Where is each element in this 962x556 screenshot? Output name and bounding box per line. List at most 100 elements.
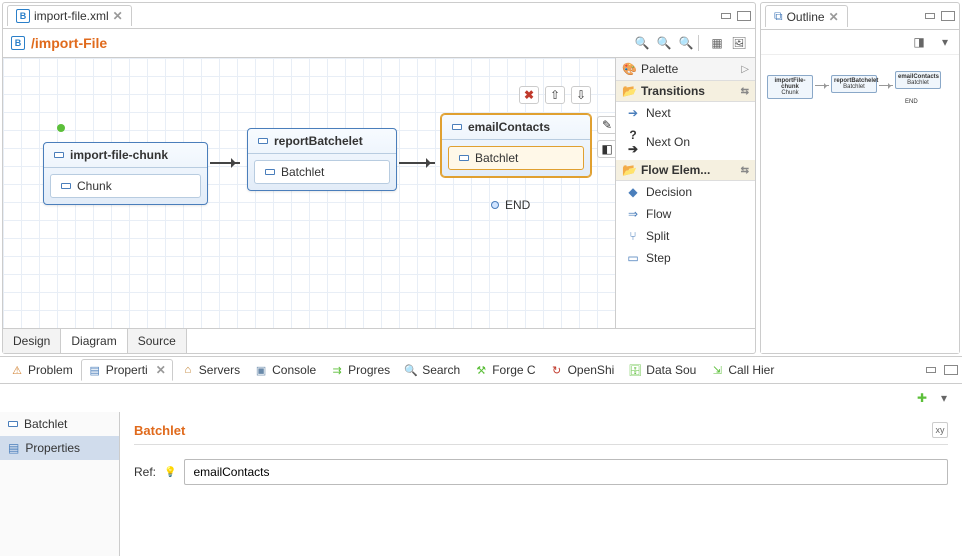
close-icon[interactable]: ✕ <box>113 9 123 23</box>
ref-input[interactable] <box>184 459 948 485</box>
lightbulb-icon[interactable]: 💡 <box>164 467 176 478</box>
close-icon[interactable]: ✕ <box>156 363 166 377</box>
diagram-canvas[interactable]: import-file-chunk Chunk reportBatchelet <box>3 58 615 328</box>
tab-diagram[interactable]: Diagram <box>61 329 127 353</box>
node-side-toolbar: ✎ ◧ <box>597 116 615 158</box>
move-up-icon[interactable]: ⇧ <box>545 86 565 104</box>
palette-item-split[interactable]: ⑂ Split <box>616 225 755 247</box>
editor-mode-tabs: Design Diagram Source <box>3 328 755 353</box>
node-child-chunk[interactable]: Chunk <box>50 174 201 198</box>
minimize-icon[interactable] <box>721 13 731 19</box>
port-icon <box>8 421 18 427</box>
delete-icon[interactable]: ✖ <box>519 86 539 104</box>
view-tab-forge[interactable]: ⚒ Forge C <box>468 360 541 380</box>
editor-tabbar: B import-file.xml ✕ <box>3 3 755 29</box>
palette-item-flow[interactable]: ⇒ Flow <box>616 203 755 225</box>
node-float-toolbar: ✖ ⇧ ⇩ <box>519 86 591 104</box>
progress-icon: ⇉ <box>330 363 344 377</box>
chevron-right-icon[interactable]: ▷ <box>741 64 749 75</box>
minimize-icon[interactable] <box>926 367 936 373</box>
palette-item-next-on[interactable]: ?➔ Next On <box>616 124 755 160</box>
properties-body: Batchlet ▤ Properties Batchlet xy Ref: 💡 <box>0 412 962 556</box>
xml-view-icon[interactable]: xy <box>932 422 948 438</box>
outline-node[interactable]: reportBatchelet Batchlet <box>831 75 877 93</box>
view-tab-servers[interactable]: ⌂ Servers <box>175 360 246 380</box>
datasource-icon: 🗄 <box>628 363 642 377</box>
servers-icon: ⌂ <box>181 363 195 377</box>
port-icon <box>459 155 469 161</box>
view-tab-console[interactable]: ▣ Console <box>248 360 322 380</box>
split-icon: ⑂ <box>626 229 640 243</box>
move-down-icon[interactable]: ⇩ <box>571 86 591 104</box>
node-email-contacts[interactable]: emailContacts Batchlet <box>441 114 591 177</box>
outline-canvas[interactable]: importFile-chunk Chunk reportBatchelet B… <box>761 55 959 353</box>
export-icon[interactable]: 🖼 <box>731 35 747 51</box>
properties-sidebar: Batchlet ▤ Properties <box>0 412 120 556</box>
view-tab-callhierarchy[interactable]: ⇲ Call Hier <box>704 360 780 380</box>
chevron-down-icon[interactable]: ▾ <box>937 34 953 50</box>
close-icon[interactable]: ✕ <box>829 10 839 24</box>
node-import-file-chunk[interactable]: import-file-chunk Chunk <box>43 142 208 205</box>
forge-icon: ⚒ <box>474 363 488 377</box>
end-marker: END <box>491 198 530 212</box>
view-tab-search[interactable]: 🔍 Search <box>398 360 466 380</box>
palette-group-transitions[interactable]: 📂 Transitions ⇆ <box>616 81 755 102</box>
node-title: reportBatchelet <box>248 129 396 154</box>
collapse-icon[interactable]: ⇆ <box>741 86 749 97</box>
breadcrumb-bar: B /import-File 🔍 🔍 🔍 ▦ 🖼 <box>3 29 755 58</box>
editor-pane: B import-file.xml ✕ B /import-File 🔍 🔍 🔍… <box>2 2 756 354</box>
port-icon <box>54 152 64 158</box>
new-property-icon[interactable]: ✚ <box>914 390 930 406</box>
node-title: import-file-chunk <box>44 143 207 168</box>
openshift-icon: ↻ <box>550 363 564 377</box>
view-tab-problems[interactable]: ⚠ Problem <box>4 360 79 380</box>
port-icon <box>452 124 462 130</box>
node-child-batchlet[interactable]: Batchlet <box>254 160 390 184</box>
layout-icon[interactable]: ▦ <box>709 35 725 51</box>
breadcrumb[interactable]: /import-File <box>31 35 107 51</box>
properties-title: Batchlet <box>134 423 185 438</box>
node-title: emailContacts <box>442 115 590 140</box>
outline-tab[interactable]: ⧉ Outline ✕ <box>765 5 848 27</box>
zoom-out-icon[interactable]: 🔍 <box>656 35 672 51</box>
node-child-batchlet-selected[interactable]: Batchlet <box>448 146 584 170</box>
chevron-down-icon[interactable]: ▾ <box>936 390 952 406</box>
palette-item-decision[interactable]: ◆ Decision <box>616 181 755 203</box>
maximize-icon[interactable] <box>944 365 958 375</box>
editor-tab-import-file[interactable]: B import-file.xml ✕ <box>7 5 132 26</box>
view-tab-properties[interactable]: ▤ Properti ✕ <box>81 359 173 381</box>
outline-node[interactable]: emailContacts Batchlet <box>895 71 941 89</box>
palette-item-step[interactable]: ▭ Step <box>616 247 755 269</box>
zoom-fit-icon[interactable]: 🔍 <box>678 35 694 51</box>
minimize-icon[interactable] <box>925 13 935 19</box>
properties-icon: ▤ <box>88 363 102 377</box>
tab-source[interactable]: Source <box>128 329 187 353</box>
sidebar-item-properties[interactable]: ▤ Properties <box>0 436 119 460</box>
node-report-batchelet[interactable]: reportBatchelet Batchlet <box>247 128 397 191</box>
views-tabbar: ⚠ Problem ▤ Properti ✕ ⌂ Servers ▣ Conso… <box>0 357 962 384</box>
view-tab-progress[interactable]: ⇉ Progres <box>324 360 396 380</box>
edit-icon[interactable]: ✎ <box>597 116 615 134</box>
outline-pane: ⧉ Outline ✕ ◨ ▾ importFile-chunk Chunk <box>760 2 960 354</box>
console-icon: ▣ <box>254 363 268 377</box>
maximize-icon[interactable] <box>737 11 751 21</box>
outline-node[interactable]: importFile-chunk Chunk <box>767 75 813 99</box>
highlight-icon[interactable]: ◧ <box>597 140 615 158</box>
palette-group-flow-elements[interactable]: 📂 Flow Elem... ⇆ <box>616 160 755 181</box>
palette-header[interactable]: 🎨 Palette ▷ <box>616 58 755 81</box>
arrow-connector[interactable] <box>399 162 435 164</box>
step-icon: ▭ <box>626 251 640 265</box>
arrow-connector[interactable] <box>210 162 240 164</box>
breadcrumb-icon: B <box>11 36 25 50</box>
outline-arrow <box>815 85 829 86</box>
view-tab-openshift[interactable]: ↻ OpenShi <box>544 360 621 380</box>
warning-icon: ⚠ <box>10 363 24 377</box>
zoom-in-icon[interactable]: 🔍 <box>634 35 650 51</box>
collapse-icon[interactable]: ⇆ <box>741 165 749 176</box>
view-tab-datasource[interactable]: 🗄 Data Sou <box>622 360 702 380</box>
sidebar-item-batchlet[interactable]: Batchlet <box>0 412 119 436</box>
maximize-icon[interactable] <box>941 11 955 21</box>
outline-mode-icon[interactable]: ◨ <box>911 34 927 50</box>
tab-design[interactable]: Design <box>3 329 61 353</box>
palette-item-next[interactable]: ➔ Next <box>616 102 755 124</box>
